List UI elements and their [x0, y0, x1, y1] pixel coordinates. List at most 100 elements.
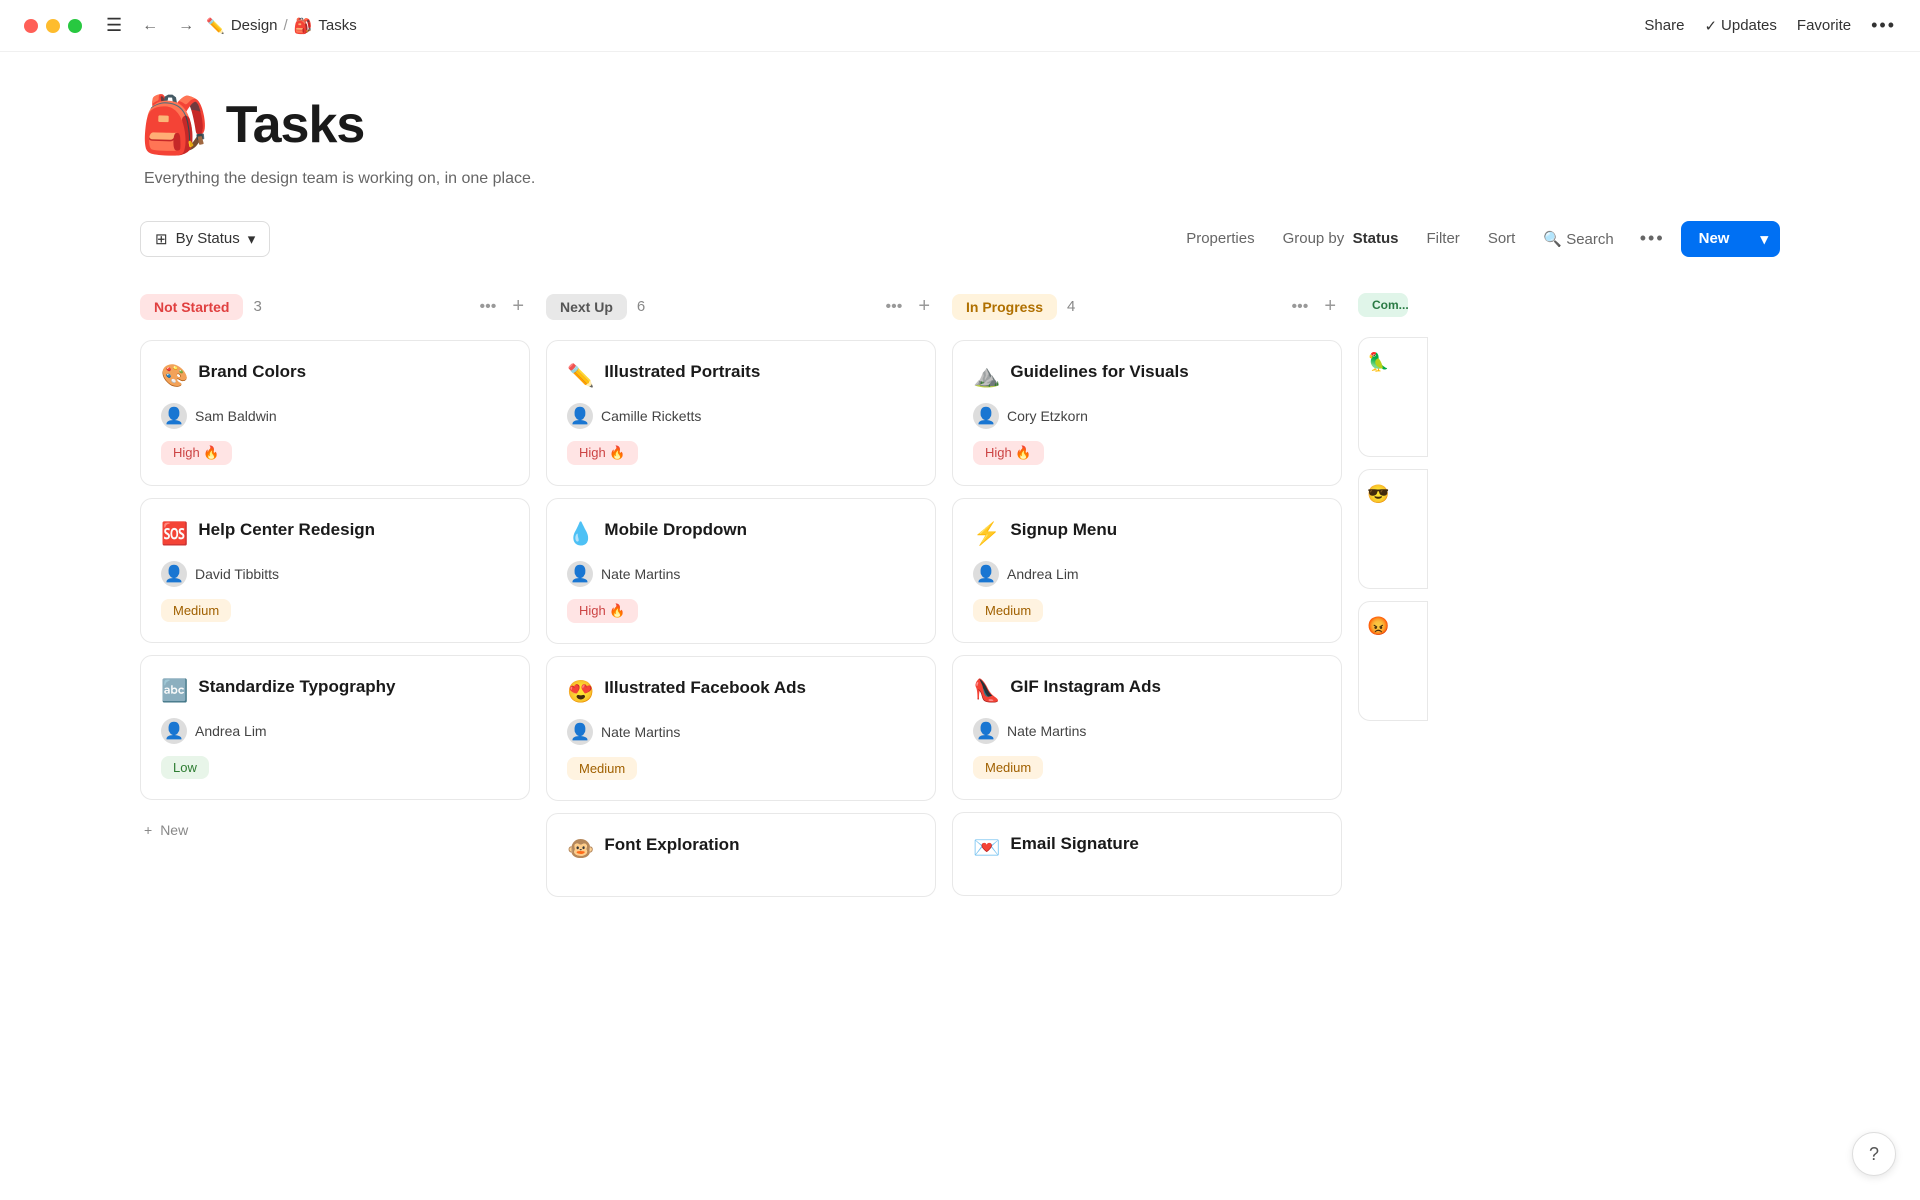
card-title: Illustrated Facebook Ads [604, 677, 806, 699]
assignee-name: Andrea Lim [195, 723, 267, 739]
favorite-button[interactable]: Favorite [1797, 17, 1851, 34]
column-add-next-up[interactable]: + [912, 293, 936, 320]
sort-button[interactable]: Sort [1478, 222, 1526, 255]
priority-badge: High 🔥 [161, 441, 232, 465]
priority-badge: High 🔥 [567, 441, 638, 465]
card-email-signature[interactable]: 💌 Email Signature [952, 812, 1342, 896]
assignee-name: David Tibbitts [195, 566, 279, 582]
card-assignee: 👤 Cory Etzkorn [973, 403, 1321, 429]
column-add-not-started[interactable]: + [506, 293, 530, 320]
avatar: 👤 [161, 718, 187, 744]
card-help-center[interactable]: 🆘 Help Center Redesign 👤 David Tibbitts … [140, 498, 530, 643]
card-brand-colors[interactable]: 🎨 Brand Colors 👤 Sam Baldwin High 🔥 [140, 340, 530, 486]
card-assignee: 👤 Andrea Lim [161, 718, 509, 744]
column-in-progress: In Progress 4 ••• + ⛰️ Guidelines for Vi… [952, 289, 1342, 908]
breadcrumb-current-label[interactable]: Tasks [318, 17, 356, 34]
assignee-name: Andrea Lim [1007, 566, 1079, 582]
forward-button[interactable]: → [174, 13, 198, 39]
card-partial-1[interactable]: 🦜 [1358, 337, 1428, 457]
toolbar: ⊞ By Status ▾ Properties Group by Status… [140, 216, 1780, 261]
properties-label: Properties [1186, 230, 1254, 247]
add-new-label: New [160, 822, 188, 838]
help-button[interactable]: ? [1852, 1132, 1896, 1176]
view-selector-button[interactable]: ⊞ By Status ▾ [140, 221, 270, 257]
status-badge-not-started: Not Started [140, 294, 243, 320]
card-emoji: 🆘 [161, 521, 188, 547]
card-assignee: 👤 Nate Martins [973, 718, 1321, 744]
group-by-button[interactable]: Group by Status [1273, 222, 1409, 255]
properties-button[interactable]: Properties [1176, 222, 1264, 255]
card-assignee: 👤 David Tibbitts [161, 561, 509, 587]
card-title-row: ✏️ Illustrated Portraits [567, 361, 915, 389]
filter-button[interactable]: Filter [1416, 222, 1469, 255]
column-actions-next-up: ••• + [880, 293, 937, 320]
help-icon: ? [1869, 1144, 1879, 1165]
maximize-button[interactable] [68, 19, 82, 33]
new-button[interactable]: New ▾ [1681, 221, 1780, 257]
column-next-up: Next Up 6 ••• + ✏️ Illustrated Portraits… [546, 289, 936, 909]
column-more-not-started[interactable]: ••• [474, 294, 503, 320]
search-icon: 🔍 [1543, 231, 1562, 248]
page-content: 🎒 Tasks Everything the design team is wo… [0, 52, 1920, 1200]
card-mobile-dropdown[interactable]: 💧 Mobile Dropdown 👤 Nate Martins High 🔥 [546, 498, 936, 644]
card-partial-3[interactable]: 😡 [1358, 601, 1428, 721]
card-emoji: ⚡ [973, 521, 1000, 547]
card-signup-menu[interactable]: ⚡ Signup Menu 👤 Andrea Lim Medium [952, 498, 1342, 643]
breadcrumb-parent[interactable]: ✏️ Design [206, 17, 277, 35]
column-more-next-up[interactable]: ••• [880, 294, 909, 320]
column-add-in-progress[interactable]: + [1318, 293, 1342, 320]
card-partial-2[interactable]: 😎 [1358, 469, 1428, 589]
card-title: Illustrated Portraits [604, 361, 760, 383]
add-icon: + [144, 822, 152, 838]
priority-badge: High 🔥 [973, 441, 1044, 465]
share-button[interactable]: Share [1644, 17, 1684, 34]
card-title: Help Center Redesign [198, 519, 375, 541]
column-count-in-progress: 4 [1067, 298, 1075, 315]
card-gif-instagram-ads[interactable]: 👠 GIF Instagram Ads 👤 Nate Martins Mediu… [952, 655, 1342, 800]
card-emoji: ✏️ [567, 363, 594, 389]
search-button[interactable]: 🔍 Search [1533, 222, 1623, 256]
traffic-lights [24, 19, 82, 33]
add-new-not-started[interactable]: + New [140, 812, 530, 848]
breadcrumb-parent-label[interactable]: Design [231, 17, 278, 34]
updates-button[interactable]: ✓ Updates [1704, 17, 1776, 35]
toolbar-more-button[interactable]: ••• [1632, 220, 1673, 257]
card-assignee: 👤 Nate Martins [567, 719, 915, 745]
avatar: 👤 [567, 403, 593, 429]
page-description: Everything the design team is working on… [144, 170, 1780, 188]
column-more-in-progress[interactable]: ••• [1286, 294, 1315, 320]
page-emoji: 🎒 [140, 92, 210, 158]
breadcrumb-separator: / [284, 17, 288, 34]
share-label: Share [1644, 17, 1684, 34]
priority-badge: Low [161, 756, 209, 779]
new-dropdown-chevron-icon[interactable]: ▾ [1748, 221, 1780, 257]
priority-badge: Medium [973, 599, 1043, 622]
card-font-exploration[interactable]: 🐵 Font Exploration [546, 813, 936, 897]
page-title: Tasks [226, 95, 365, 155]
assignee-name: Sam Baldwin [195, 408, 277, 424]
updates-label: Updates [1721, 17, 1777, 34]
board: Not Started 3 ••• + 🎨 Brand Colors 👤 Sam… [140, 289, 1780, 909]
more-button[interactable]: ••• [1871, 15, 1896, 36]
column-not-started: Not Started 3 ••• + 🎨 Brand Colors 👤 Sam… [140, 289, 530, 848]
hamburger-button[interactable]: ☰ [102, 11, 126, 40]
group-by-label: Group by [1283, 230, 1345, 247]
back-button[interactable]: ← [138, 13, 162, 39]
priority-badge: Medium [161, 599, 231, 622]
card-illustrated-facebook-ads[interactable]: 😍 Illustrated Facebook Ads 👤 Nate Martin… [546, 656, 936, 801]
card-title-row: ⚡ Signup Menu [973, 519, 1321, 547]
assignee-name: Nate Martins [601, 566, 680, 582]
card-title-row: 🆘 Help Center Redesign [161, 519, 509, 547]
breadcrumb-current[interactable]: 🎒 Tasks [294, 17, 357, 35]
close-button[interactable] [24, 19, 38, 33]
card-standardize-typography[interactable]: 🔤 Standardize Typography 👤 Andrea Lim Lo… [140, 655, 530, 800]
card-assignee: 👤 Camille Ricketts [567, 403, 915, 429]
minimize-button[interactable] [46, 19, 60, 33]
card-guidelines-for-visuals[interactable]: ⛰️ Guidelines for Visuals 👤 Cory Etzkorn… [952, 340, 1342, 486]
avatar: 👤 [161, 561, 187, 587]
card-emoji: 🐵 [567, 836, 594, 862]
card-illustrated-portraits[interactable]: ✏️ Illustrated Portraits 👤 Camille Ricke… [546, 340, 936, 486]
card-emoji: 👠 [973, 678, 1000, 704]
titlebar: ☰ ← → ✏️ Design / 🎒 Tasks Share ✓ Update… [0, 0, 1920, 52]
card-title: Mobile Dropdown [604, 519, 747, 541]
